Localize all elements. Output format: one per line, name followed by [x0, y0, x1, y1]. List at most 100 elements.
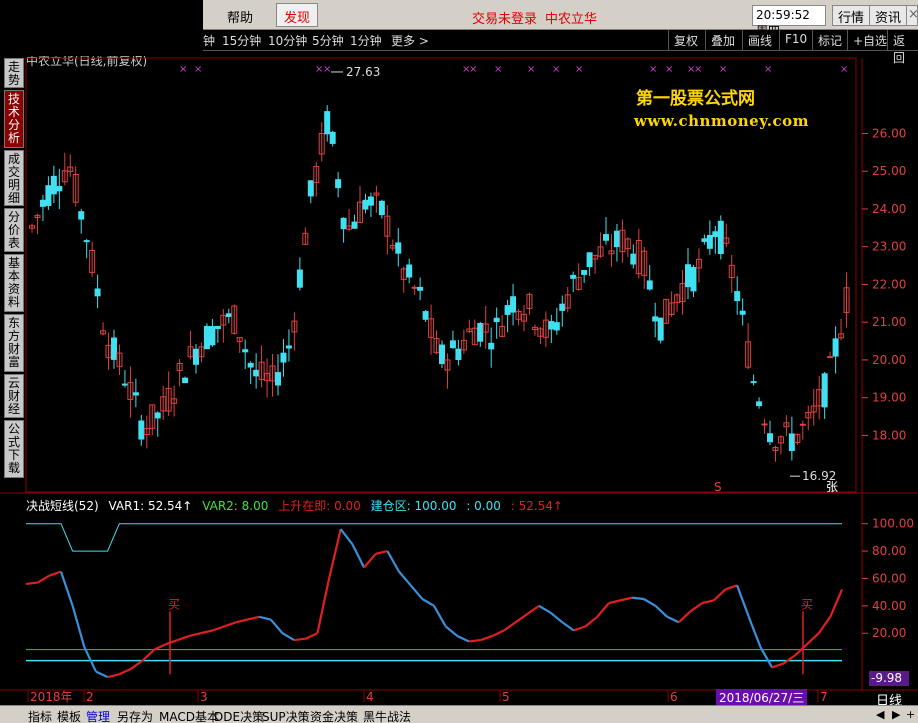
var1-segment — [654, 605, 668, 618]
indicator-name: 决战短线(52) — [26, 499, 99, 513]
var1-segment — [339, 528, 354, 545]
zhang-marker: 张 — [826, 480, 838, 494]
candle-body — [307, 180, 314, 197]
candle-body — [455, 348, 462, 360]
var1-segment — [188, 632, 202, 638]
candle-body — [630, 253, 637, 265]
candle-body — [78, 211, 85, 220]
var1-segment — [480, 634, 493, 642]
candle-body — [570, 274, 577, 279]
scroll-left-icon[interactable]: ◀ — [876, 708, 884, 721]
ind-tick-label: 40.00 — [872, 599, 906, 613]
candle-body — [340, 217, 347, 230]
var1-segment — [258, 615, 272, 621]
candle-body — [351, 221, 358, 229]
candle-body — [559, 303, 566, 311]
candle-body — [335, 179, 342, 189]
candle-body — [712, 231, 719, 238]
var1-segment — [141, 648, 155, 662]
var1-segment — [200, 629, 213, 635]
signal-marker-icon: × — [764, 64, 772, 75]
expand-icon[interactable]: + — [906, 708, 915, 721]
candle-body — [225, 313, 232, 317]
var1-segment — [293, 637, 306, 642]
build-value: 建仓区: 100.00 — [370, 499, 457, 513]
price-tick-label: 25.00 — [872, 164, 906, 178]
indicator-value-tag: -9.98 — [869, 671, 909, 686]
signal-marker-icon: × — [194, 64, 202, 75]
bottom-save-as[interactable]: 另存为 — [117, 708, 153, 723]
var1-segment — [177, 634, 190, 642]
month-label: 4 — [366, 690, 374, 704]
candle-body — [449, 340, 456, 349]
candle-body — [646, 280, 653, 290]
bottom-manage[interactable]: 管理 — [86, 708, 110, 723]
bottom-fund[interactable]: 资金决策 — [310, 708, 358, 723]
month-label: 6 — [670, 690, 678, 704]
var1-segment — [725, 584, 738, 591]
candle-body — [734, 291, 741, 302]
watermark-title: 第一股票公式网 — [636, 89, 755, 109]
var1-segment — [783, 654, 797, 665]
candle-body — [690, 266, 697, 292]
candle-body — [329, 131, 336, 144]
bottom-dde[interactable]: DDE决策 — [214, 708, 264, 723]
signal-marker-icon: × — [527, 64, 535, 75]
candle-body — [253, 369, 260, 377]
ind-tick-label: 60.00 — [872, 571, 906, 585]
bottom-template[interactable]: 模板 — [57, 708, 81, 723]
ind-tick-label: 100.00 — [872, 517, 914, 531]
candle-body — [827, 356, 834, 359]
candle-body — [121, 383, 128, 386]
candle-body — [209, 326, 216, 346]
var1-segment — [37, 574, 50, 584]
bottom-heiniu[interactable]: 黑牛战法 — [363, 708, 411, 723]
var1-segment — [269, 618, 284, 634]
var1-segment — [363, 553, 377, 569]
var1-segment — [701, 599, 715, 605]
price-tick-label: 18.00 — [872, 428, 906, 442]
candle-body — [832, 338, 839, 357]
top-left-black-box — [0, 0, 203, 56]
candle-body — [285, 345, 292, 349]
var1-segment — [829, 588, 844, 618]
candle-body — [378, 200, 385, 216]
var1-segment — [806, 632, 820, 645]
var1-segment — [817, 616, 832, 634]
candle-body — [411, 286, 418, 289]
var1-segment — [514, 613, 528, 624]
var1-segment — [632, 596, 644, 601]
candle-body — [296, 269, 303, 288]
candle-body — [56, 186, 63, 192]
bottom-indicator[interactable]: 指标 — [28, 708, 52, 723]
candle-body — [214, 325, 221, 330]
bottom-sup[interactable]: SUP决策 — [262, 708, 310, 723]
var1-segment — [409, 584, 424, 600]
candle-body — [39, 199, 46, 207]
signal-marker-icon: × — [840, 64, 848, 75]
candle-body — [652, 316, 659, 322]
var1-segment — [95, 670, 109, 679]
var1-segment — [444, 625, 459, 637]
var1-segment — [596, 602, 610, 618]
buy-marker: 买 — [168, 598, 180, 612]
var1-segment — [736, 584, 750, 618]
signal-marker-icon: × — [694, 64, 702, 75]
candle-body — [111, 337, 117, 360]
var1-segment — [118, 667, 132, 676]
var1-segment — [223, 621, 237, 628]
var1-segment — [316, 578, 331, 634]
month-label: 5 — [502, 690, 510, 704]
bottom-macd[interactable]: MACD基本 — [159, 708, 219, 723]
candle-body — [324, 111, 331, 135]
month-label: 2 — [86, 690, 94, 704]
high-label: 27.63 — [346, 65, 380, 79]
scroll-right-icon[interactable]: ▶ — [892, 708, 900, 721]
candle-body — [50, 175, 57, 195]
month-label: 7 — [820, 690, 828, 704]
watermark-url[interactable]: www.chnmoney.com — [634, 112, 809, 130]
var1-segment — [59, 571, 74, 607]
signal-marker-icon: × — [469, 64, 477, 75]
candlestick-chart[interactable]: × × × × ×× × × × × × × ×× × × ×27.6316.92S 张 18.0019.00… — [0, 0, 918, 723]
rise-value: 上升在即: 0.00 — [278, 499, 361, 513]
